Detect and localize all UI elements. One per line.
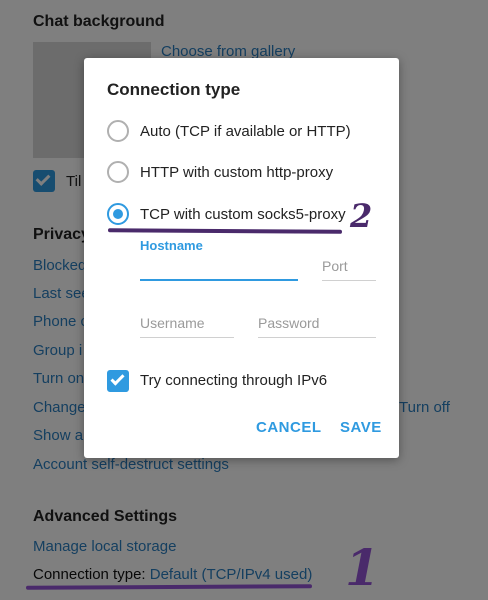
radio-auto-label[interactable]: Auto (TCP if available or HTTP) (140, 123, 351, 140)
annotation-number-2: 2 (350, 197, 373, 235)
checkmark-icon (110, 371, 125, 386)
hostname-label: Hostname (140, 238, 203, 253)
radio-http-proxy[interactable] (107, 161, 129, 183)
port-input[interactable] (322, 254, 376, 278)
radio-socks5-proxy-label[interactable]: TCP with custom socks5-proxy (140, 206, 346, 223)
hostname-underline (140, 279, 298, 281)
cancel-button[interactable]: CANCEL (256, 419, 322, 436)
dialog-title: Connection type (107, 80, 241, 99)
password-underline (258, 337, 376, 338)
connection-type-dialog: Connection type Auto (TCP if available o… (84, 58, 399, 458)
radio-socks5-proxy[interactable] (107, 203, 129, 225)
username-input[interactable] (140, 311, 234, 335)
radio-auto[interactable] (107, 120, 129, 142)
annotation-number-1: 1 (345, 538, 380, 597)
username-underline (140, 337, 234, 338)
port-underline (322, 280, 376, 281)
password-input[interactable] (258, 311, 376, 335)
ipv6-checkbox[interactable] (107, 370, 129, 392)
save-button[interactable]: SAVE (340, 419, 382, 436)
ipv6-label[interactable]: Try connecting through IPv6 (140, 372, 327, 389)
radio-http-proxy-label[interactable]: HTTP with custom http-proxy (140, 164, 333, 181)
hostname-input[interactable] (140, 254, 298, 278)
